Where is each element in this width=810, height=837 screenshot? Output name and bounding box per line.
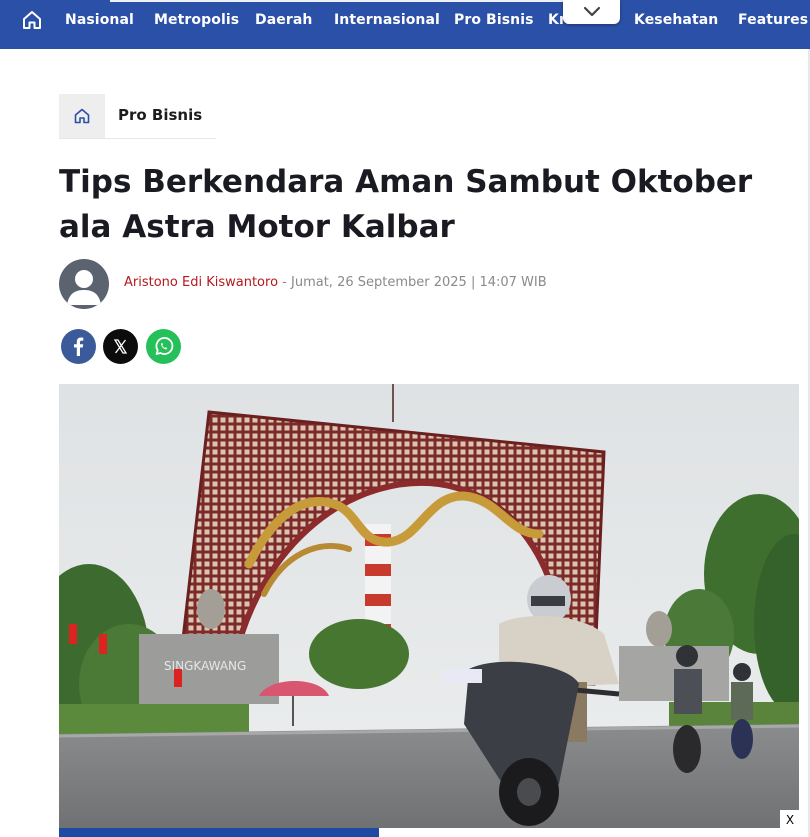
nav-item-features[interactable]: Features [738, 12, 808, 28]
nav-item-pro-bisnis[interactable]: Pro Bisnis [454, 12, 534, 28]
share-x-button[interactable] [103, 329, 138, 364]
breadcrumb-home-button[interactable] [59, 94, 105, 138]
meta-separator: - [278, 275, 291, 290]
nav-item-internasional[interactable]: Internasional [334, 12, 440, 28]
publish-date: Jumat, 26 September 2025 | 14:07 WIB [291, 275, 547, 290]
home-icon [74, 108, 90, 124]
nav-item-nasional[interactable]: Nasional [65, 12, 134, 28]
chevron-down-icon [583, 6, 601, 17]
x-icon [113, 339, 128, 354]
breadcrumb-category[interactable]: Pro Bisnis [118, 106, 202, 124]
avatar [59, 259, 109, 309]
close-ad-button[interactable]: X [780, 810, 800, 830]
share-whatsapp-button[interactable] [146, 329, 181, 364]
nav-item-kesehatan[interactable]: Kesehatan [634, 12, 718, 28]
nav-item-metropolis[interactable]: Metropolis [154, 12, 239, 28]
home-icon[interactable] [21, 9, 43, 31]
ad-banner[interactable] [59, 828, 379, 837]
nav-dropdown-button[interactable] [563, 0, 620, 24]
author-meta: Aristono Edi Kiswantoro - Jumat, 26 Sept… [124, 275, 547, 290]
nav-top-strip [110, 0, 563, 2]
nav-item-daerah[interactable]: Daerah [255, 12, 312, 28]
breadcrumb: Pro Bisnis [59, 94, 216, 139]
article-title: Tips Berkendara Aman Sambut Oktober ala … [59, 164, 753, 245]
facebook-icon [74, 337, 84, 356]
article-hero-image: SINGKAWANG [59, 384, 799, 828]
whatsapp-icon [155, 337, 174, 355]
author-name[interactable]: Aristono Edi Kiswantoro [124, 275, 278, 290]
share-facebook-button[interactable] [61, 329, 96, 364]
top-nav: Nasional Metropolis Daerah Internasional… [0, 0, 810, 49]
